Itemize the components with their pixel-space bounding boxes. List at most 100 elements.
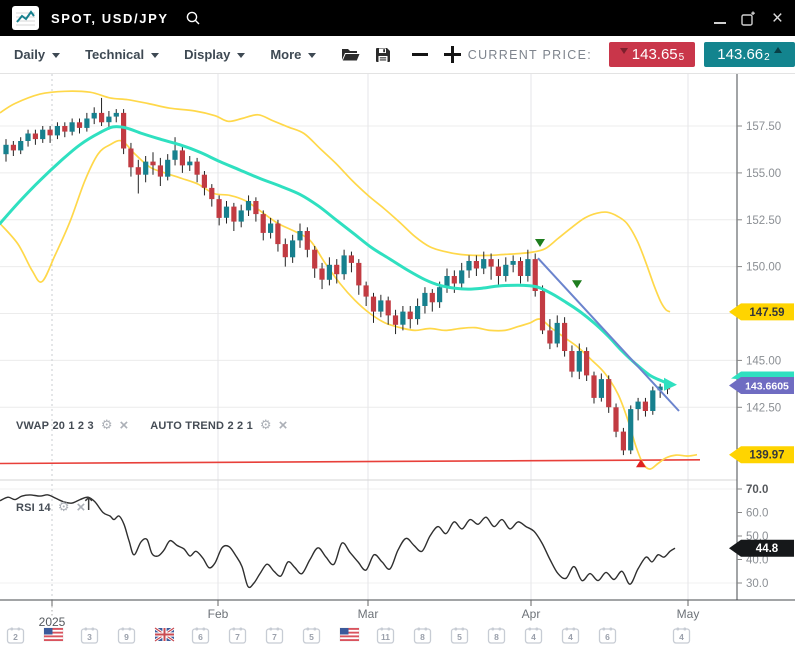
- search-icon[interactable]: [185, 10, 201, 26]
- chevron-down-icon: [237, 53, 245, 58]
- menu-technical[interactable]: Technical: [85, 47, 159, 62]
- price-tick-label: 145.00: [746, 355, 781, 367]
- menu-technical-label: Technical: [85, 47, 144, 62]
- buy-price-badge[interactable]: 143.662: [704, 42, 795, 67]
- event-day-label: 3: [87, 632, 92, 642]
- rsi-label: RSI 14: [16, 502, 51, 514]
- calendar-event-icon[interactable]: 4: [563, 628, 579, 644]
- price-chart-canvas[interactable]: 157.50155.00152.50150.00147.50145.00142.…: [0, 74, 795, 654]
- rsi-tick-label: 60.0: [746, 508, 768, 520]
- calendar-event-icon[interactable]: 6: [600, 628, 616, 644]
- vwap-label: VWAP 20 1 2 3: [16, 420, 94, 432]
- rsi-annotation-arrow-icon: ↑: [81, 494, 96, 515]
- zoom-in-button[interactable]: [444, 46, 461, 63]
- price-tick-label: 142.50: [746, 402, 781, 414]
- menu-daily-label: Daily: [14, 47, 45, 62]
- month-label: Feb: [208, 607, 229, 621]
- event-day-label: 8: [420, 632, 425, 642]
- calendar-event-icon[interactable]: 2: [8, 628, 24, 644]
- price-down-arrow-icon: [620, 48, 628, 54]
- grid-lines: [0, 74, 737, 600]
- close-icon[interactable]: ×: [279, 418, 288, 433]
- chevron-down-icon: [151, 53, 159, 58]
- close-icon[interactable]: ×: [119, 418, 128, 433]
- year-label: 2025: [39, 615, 66, 629]
- menu-display[interactable]: Display: [184, 47, 245, 62]
- buy-price-value: 143.66: [717, 46, 763, 63]
- current-price-label: CURRENT PRICE:: [468, 48, 592, 62]
- sell-price-value: 143.65: [632, 46, 678, 63]
- calendar-event-icon[interactable]: 6: [193, 628, 209, 644]
- event-icon-row: 2 3 9 6 7 7 5 11 8 5 8 4 4 6 4: [8, 628, 690, 644]
- axis-price-badge: 143.6605: [729, 377, 794, 394]
- toolbar: Daily Technical Display More CURRENT PRI…: [0, 36, 795, 74]
- calendar-event-icon[interactable]: 5: [304, 628, 320, 644]
- month-label: Mar: [358, 607, 379, 621]
- gear-icon[interactable]: ⚙: [58, 501, 70, 514]
- calendar-event-icon[interactable]: 7: [230, 628, 246, 644]
- sell-signal-icon: [535, 239, 545, 247]
- us-flag-icon[interactable]: [44, 628, 63, 641]
- calendar-event-icon[interactable]: 4: [674, 628, 690, 644]
- calendar-event-icon[interactable]: 5: [452, 628, 468, 644]
- axis-badge-label: 143.6605: [745, 380, 789, 392]
- open-layout-button[interactable]: [341, 47, 360, 62]
- popout-button[interactable]: [741, 11, 757, 26]
- chevron-down-icon: [52, 53, 60, 58]
- calendar-event-icon[interactable]: 8: [415, 628, 431, 644]
- event-day-label: 11: [381, 632, 390, 642]
- main-panel: [0, 91, 700, 469]
- event-day-label: 2: [13, 632, 18, 642]
- event-day-label: 9: [124, 632, 129, 642]
- calendar-event-icon[interactable]: 7: [267, 628, 283, 644]
- axis-badge-label: 139.97: [749, 450, 784, 462]
- vwap-line: [0, 127, 672, 385]
- axis-price-badge: 139.97: [729, 446, 794, 463]
- rsi-panel: [0, 495, 675, 588]
- event-day-label: 4: [531, 632, 536, 642]
- event-day-label: 6: [605, 632, 610, 642]
- event-day-label: 6: [198, 632, 203, 642]
- indicator-vwap: VWAP 20 1 2 3 ⚙ ×: [16, 418, 128, 433]
- event-day-label: 4: [568, 632, 573, 642]
- rsi-line: [0, 495, 675, 588]
- axis-badge-label: 44.8: [756, 543, 779, 555]
- minimize-button[interactable]: [714, 22, 726, 24]
- band-upper-line: [0, 91, 670, 312]
- menu-daily[interactable]: Daily: [14, 47, 60, 62]
- event-day-label: 5: [457, 632, 462, 642]
- indicator-rsi: RSI 14 ⚙ ×: [16, 500, 85, 515]
- price-tick-label: 155.00: [746, 168, 781, 180]
- month-label: Apr: [522, 607, 541, 621]
- alert-price-line: [0, 460, 700, 464]
- gear-icon[interactable]: ⚙: [260, 419, 272, 432]
- save-layout-button[interactable]: [375, 47, 391, 63]
- close-button[interactable]: ×: [772, 9, 783, 28]
- menu-display-label: Display: [184, 47, 230, 62]
- rsi-tick-label: 70.0: [746, 484, 768, 496]
- axis-price-badge: 44.8: [729, 540, 794, 557]
- rsi-tick-label: 30.0: [746, 578, 768, 590]
- window-title: SPOT, USD/JPY: [51, 11, 169, 26]
- uk-flag-icon[interactable]: [155, 628, 174, 641]
- calendar-event-icon[interactable]: 11: [378, 628, 394, 644]
- axis-badge-label: 147.59: [749, 307, 784, 319]
- indicator-autotrend: AUTO TREND 2 2 1 ⚙ ×: [150, 418, 287, 433]
- gear-icon[interactable]: ⚙: [101, 419, 113, 432]
- event-day-label: 7: [235, 632, 240, 642]
- price-tick-label: 152.50: [746, 215, 781, 227]
- price-up-arrow-icon: [774, 47, 782, 53]
- chevron-down-icon: [308, 53, 316, 58]
- sell-price-badge[interactable]: 143.655: [609, 42, 695, 67]
- us-flag-icon[interactable]: [340, 628, 359, 641]
- zoom-out-button[interactable]: [412, 53, 428, 56]
- event-day-label: 8: [494, 632, 499, 642]
- calendar-event-icon[interactable]: 3: [82, 628, 98, 644]
- price-tick-label: 150.00: [746, 262, 781, 274]
- calendar-event-icon[interactable]: 9: [119, 628, 135, 644]
- event-day-label: 7: [272, 632, 277, 642]
- sell-price-pip: 5: [679, 52, 685, 63]
- calendar-event-icon[interactable]: 8: [489, 628, 505, 644]
- menu-more[interactable]: More: [270, 47, 316, 62]
- calendar-event-icon[interactable]: 4: [526, 628, 542, 644]
